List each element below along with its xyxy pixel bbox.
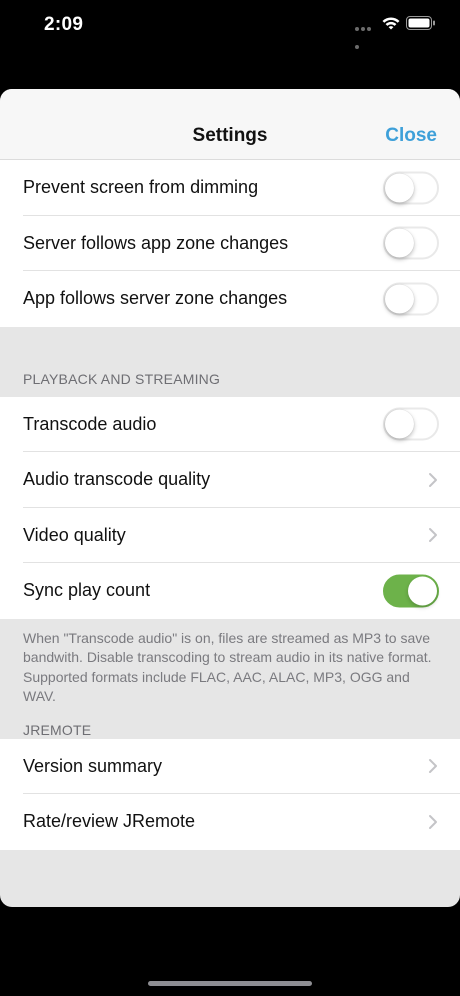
app-follows-zone-toggle[interactable] [383, 282, 439, 316]
settings-sheet: Settings Close Prevent screen from dimmi… [0, 89, 460, 907]
toggle-knob [385, 173, 414, 203]
status-time: 2:09 [44, 14, 84, 35]
server-follows-zone-row: Server follows app zone changes [0, 216, 460, 272]
rate-review-row[interactable]: Rate/review JRemote [0, 794, 460, 850]
transcode-audio-row: Transcode audio [0, 397, 460, 453]
transcode-audio-toggle[interactable] [383, 407, 439, 441]
chevron-right-icon [429, 472, 437, 487]
toggle-knob [385, 228, 414, 258]
audio-transcode-quality-row[interactable]: Audio transcode quality [0, 452, 460, 508]
toggle-knob [385, 284, 414, 314]
video-quality-row[interactable]: Video quality [0, 508, 460, 564]
playback-section-header: PLAYBACK AND STREAMING [23, 370, 221, 387]
toggle-knob [385, 409, 414, 439]
transcode-audio-label: Transcode audio [23, 413, 157, 434]
prevent-dimming-row: Prevent screen from dimming [0, 160, 460, 216]
video-quality-label: Video quality [23, 524, 126, 545]
playback-settings-group: Transcode audio Audio transcode quality … [0, 396, 460, 619]
chevron-right-icon [429, 528, 437, 543]
wifi-icon [382, 17, 400, 30]
sync-play-count-toggle[interactable] [383, 574, 439, 608]
server-follows-zone-label: Server follows app zone changes [23, 232, 289, 253]
app-follows-zone-label: App follows server zone changes [23, 288, 288, 309]
sync-play-count-label: Sync play count [23, 580, 151, 601]
server-follows-zone-toggle[interactable] [383, 226, 439, 260]
chevron-right-icon [429, 814, 437, 829]
toggle-knob [408, 576, 437, 606]
status-bar: 2:09 [0, 0, 460, 50]
jremote-section-header: JREMOTE [23, 721, 92, 738]
general-settings-group: Prevent screen from dimming Server follo… [0, 160, 460, 327]
close-button[interactable]: Close [385, 125, 437, 147]
cellular-signal-icon [355, 27, 377, 49]
app-follows-zone-row: App follows server zone changes [0, 271, 460, 327]
prevent-dimming-label: Prevent screen from dimming [23, 177, 259, 198]
prevent-dimming-toggle[interactable] [383, 171, 439, 205]
sync-play-count-row: Sync play count [0, 563, 460, 619]
home-indicator[interactable] [148, 981, 312, 986]
audio-transcode-quality-label: Audio transcode quality [23, 469, 211, 490]
version-summary-row[interactable]: Version summary [0, 739, 460, 795]
transcode-footer-note: When "Transcode audio" is on, files are … [23, 629, 432, 705]
jremote-settings-group: Version summary Rate/review JRemote [0, 738, 460, 850]
version-summary-label: Version summary [23, 755, 163, 776]
battery-icon [406, 16, 435, 30]
navigation-bar: Settings Close [0, 89, 460, 160]
chevron-right-icon [429, 759, 437, 774]
rate-review-label: Rate/review JRemote [23, 811, 196, 832]
